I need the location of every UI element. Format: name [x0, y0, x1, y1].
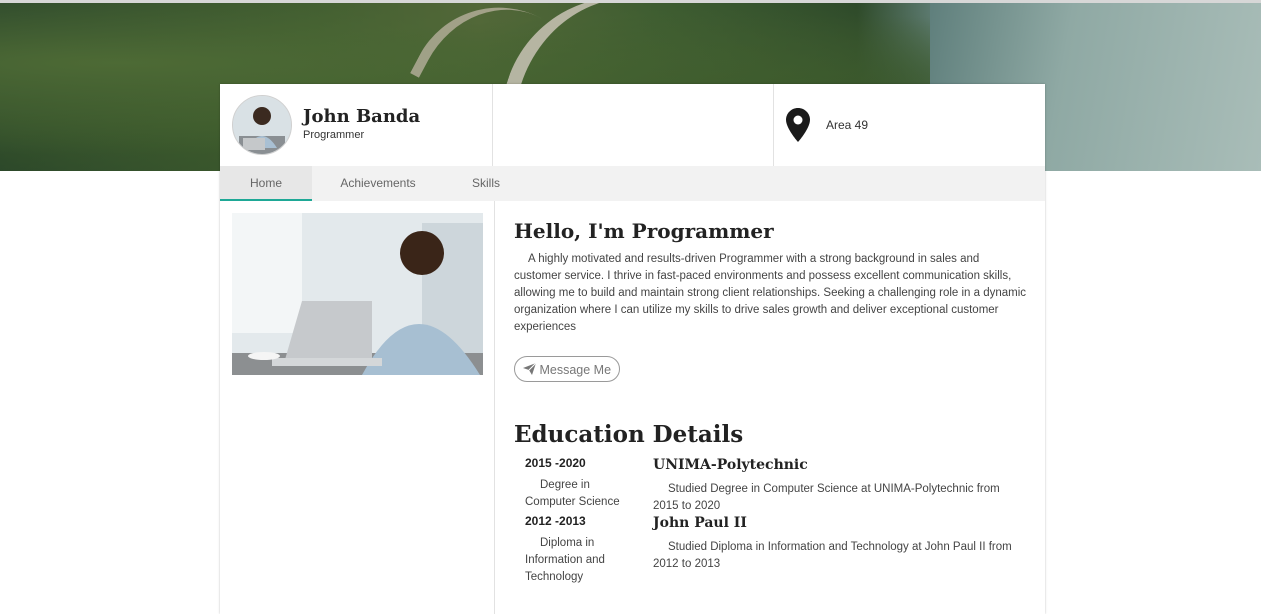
about-bio: A highly motivated and results-driven Pr… — [514, 253, 1027, 333]
education-degree: Diploma in Information and Technology — [525, 537, 605, 583]
profile-name: John Banda — [303, 106, 421, 127]
avatar — [232, 95, 292, 155]
left-column — [220, 201, 495, 614]
header-location-cell: Area 49 — [774, 84, 1045, 166]
avatar-person-illustration — [233, 96, 291, 154]
tab-bar: Home Achievements Skills — [220, 166, 1045, 201]
profile-photo — [232, 213, 483, 375]
education-years: 2015 -2020 — [525, 456, 586, 470]
about-heading: Hello, I'm Programmer — [514, 219, 774, 243]
message-me-button[interactable]: Message Me — [514, 356, 621, 382]
tab-achievements[interactable]: Achievements — [328, 166, 428, 201]
profile-location: Area 49 — [826, 118, 869, 132]
education-description: Studied Degree in Computer Science at UN… — [653, 483, 1000, 512]
profile-role: Programmer — [303, 129, 365, 141]
header-empty-cell — [493, 84, 774, 166]
tab-skills[interactable]: Skills — [460, 166, 512, 201]
education-degree: Degree in Computer Science — [525, 479, 620, 508]
tab-home[interactable]: Home — [220, 166, 312, 201]
education-years: 2012 -2013 — [525, 514, 586, 528]
photo-illustration — [232, 213, 483, 375]
education-description: Studied Diploma in Information and Techn… — [653, 541, 1012, 570]
education-heading: Education Details — [514, 421, 744, 448]
profile-header: John Banda Programmer Area 49 — [220, 84, 1045, 166]
message-me-label: Message Me — [539, 363, 612, 377]
education-institution: John Paul II — [653, 515, 747, 531]
paper-plane-icon — [523, 362, 537, 375]
profile-card: John Banda Programmer Area 49 Home Achie… — [220, 84, 1045, 614]
map-pin-icon — [786, 108, 810, 142]
header-identity-cell: John Banda Programmer — [220, 84, 493, 166]
education-institution: UNIMA-Polytechnic — [653, 457, 808, 473]
